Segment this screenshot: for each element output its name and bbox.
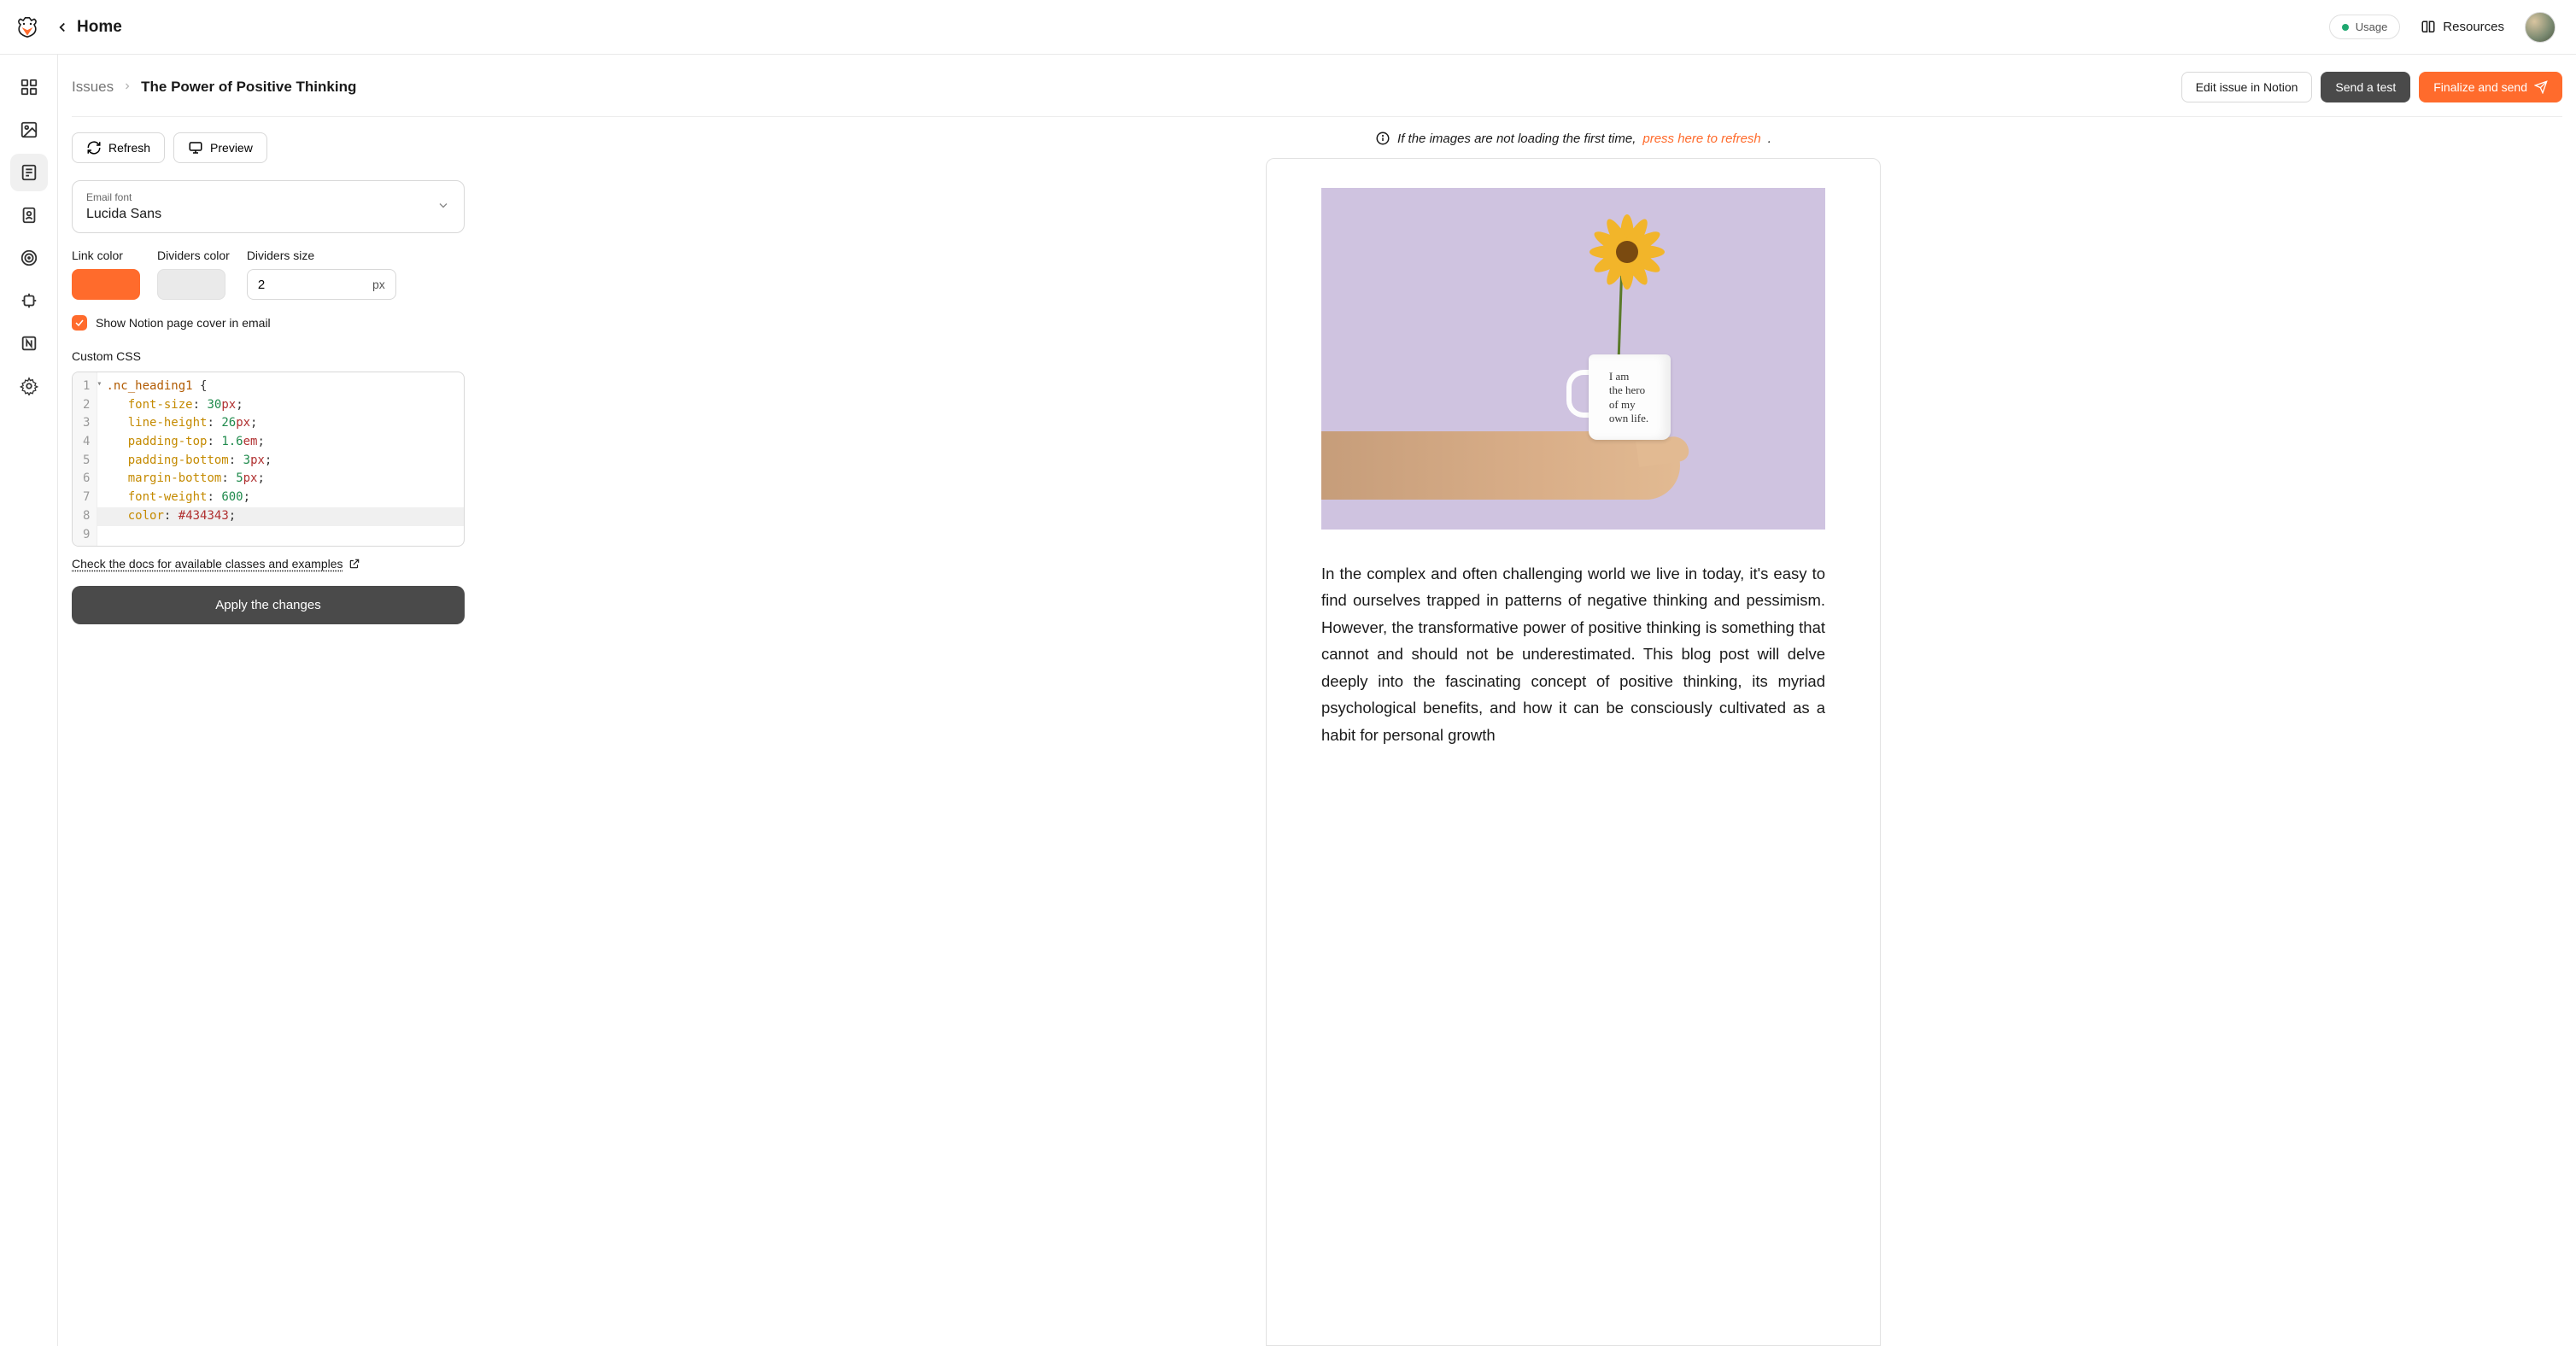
chevron-right-icon — [122, 79, 132, 96]
refresh-icon — [86, 140, 102, 155]
send-icon — [2534, 80, 2548, 94]
link-color-swatch[interactable] — [72, 269, 140, 300]
back-button[interactable]: Home — [55, 18, 122, 37]
resources-label: Resources — [2443, 20, 2504, 34]
monitor-icon — [188, 140, 203, 155]
breadcrumb-current: The Power of Positive Thinking — [141, 79, 356, 96]
finalize-label: Finalize and send — [2433, 80, 2527, 94]
page-title: Home — [77, 18, 122, 37]
email-font-select[interactable]: Email font Lucida Sans — [72, 180, 465, 233]
external-link-icon — [348, 558, 360, 570]
font-field-value: Lucida Sans — [86, 207, 450, 222]
editor-body[interactable]: .nc_heading1 { font-size: 30px; line-hei… — [97, 372, 464, 546]
custom-css-label: Custom CSS — [72, 349, 550, 363]
dividers-color-label: Dividers color — [157, 249, 230, 262]
form-icon — [20, 291, 38, 310]
refresh-button[interactable]: Refresh — [72, 132, 165, 163]
sidebar-issues[interactable] — [10, 154, 48, 191]
resources-link[interactable]: Resources — [2421, 20, 2504, 35]
refresh-label: Refresh — [108, 141, 150, 155]
show-cover-checkbox[interactable] — [72, 315, 87, 331]
usage-label: Usage — [2356, 20, 2388, 33]
chevron-down-icon — [436, 199, 450, 215]
usage-pill[interactable]: Usage — [2329, 15, 2401, 39]
preview-button[interactable]: Preview — [173, 132, 267, 163]
grid-icon — [20, 78, 38, 97]
book-icon — [2421, 20, 2436, 35]
finalize-send-button[interactable]: Finalize and send — [2419, 72, 2562, 102]
sidebar-notion[interactable] — [10, 325, 48, 362]
show-cover-label: Show Notion page cover in email — [96, 316, 271, 330]
image-icon — [20, 120, 38, 139]
editor-gutter: 123456789 — [73, 372, 97, 546]
breadcrumb-parent[interactable]: Issues — [72, 79, 114, 96]
send-test-button[interactable]: Send a test — [2321, 72, 2410, 102]
breadcrumb: Issues The Power of Positive Thinking — [72, 79, 356, 96]
info-prefix: If the images are not loading the first … — [1397, 132, 1636, 146]
article-body: In the complex and often challenging wor… — [1321, 560, 1825, 748]
info-icon — [1375, 131, 1390, 146]
apply-changes-button[interactable]: Apply the changes — [72, 586, 465, 624]
status-dot-icon — [2342, 24, 2349, 31]
dividers-color-swatch[interactable] — [157, 269, 225, 300]
mug-text-4: own life. — [1609, 412, 1648, 425]
sidebar-forms[interactable] — [10, 282, 48, 319]
sidebar-images[interactable] — [10, 111, 48, 149]
docs-link[interactable]: Check the docs for available classes and… — [72, 557, 360, 571]
sidebar-subscribers[interactable] — [10, 196, 48, 234]
target-icon — [20, 249, 38, 267]
css-editor[interactable]: 123456789 .nc_heading1 { font-size: 30px… — [72, 372, 465, 547]
refresh-images-link[interactable]: press here to refresh — [1642, 132, 1760, 146]
email-preview: I am the hero of my own life. In the com… — [1266, 158, 1881, 1346]
sidebar-settings[interactable] — [10, 367, 48, 405]
notion-icon — [20, 334, 38, 353]
dividers-size-input-wrap: px — [247, 269, 396, 300]
gear-icon — [20, 377, 38, 395]
font-field-label: Email font — [86, 191, 450, 203]
dividers-size-unit: px — [362, 278, 395, 291]
edit-in-notion-button[interactable]: Edit issue in Notion — [2181, 72, 2313, 102]
preview-label: Preview — [210, 141, 253, 155]
mug-text-3: of my — [1609, 398, 1648, 412]
sidebar-dashboard[interactable] — [10, 68, 48, 106]
docs-link-label: Check the docs for available classes and… — [72, 557, 343, 571]
check-icon — [74, 318, 85, 328]
chevron-left-icon — [55, 20, 70, 35]
sidebar-analytics[interactable] — [10, 239, 48, 277]
newspaper-icon — [20, 163, 38, 182]
link-color-label: Link color — [72, 249, 140, 262]
dividers-size-input[interactable] — [248, 278, 362, 292]
avatar[interactable] — [2525, 12, 2556, 43]
refresh-images-info: If the images are not loading the first … — [584, 131, 2562, 146]
mug-text-1: I am — [1609, 370, 1648, 383]
info-suffix: . — [1768, 132, 1771, 146]
contacts-icon — [20, 206, 38, 225]
dividers-size-label: Dividers size — [247, 249, 396, 262]
mug-text-2: the hero — [1609, 383, 1648, 397]
cover-image: I am the hero of my own life. — [1321, 188, 1825, 530]
app-logo[interactable] — [14, 14, 41, 41]
